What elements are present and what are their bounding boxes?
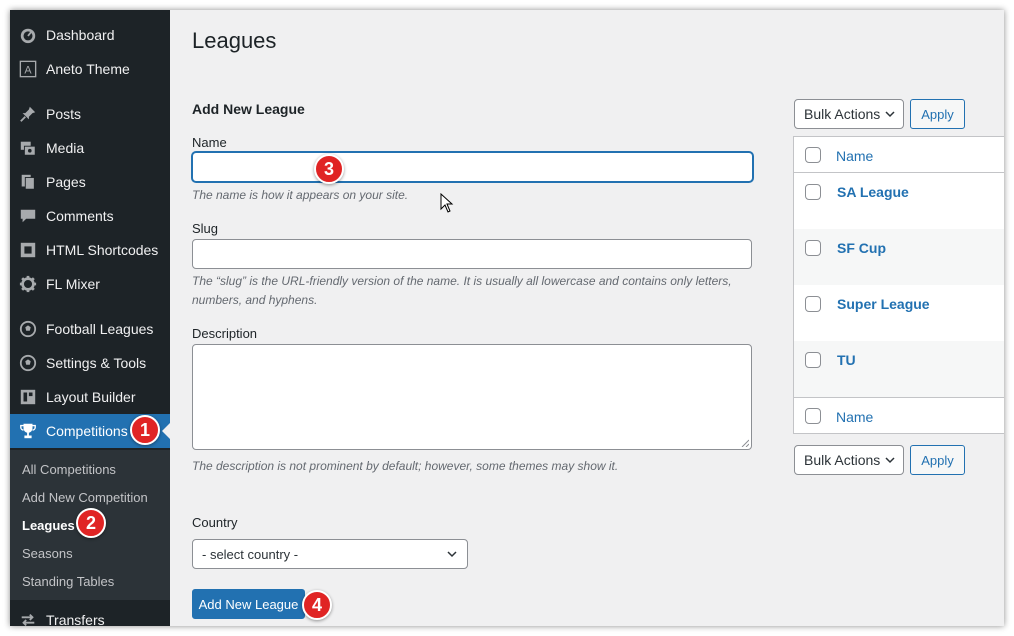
bulk-actions-select-top[interactable]: Bulk Actions — [794, 99, 904, 129]
media-icon — [10, 139, 46, 157]
shortcode-icon — [10, 241, 46, 259]
name-hint: The name is how it appears on your site. — [192, 188, 409, 202]
sidebar-item-label: Dashboard — [46, 27, 115, 43]
country-select[interactable]: - select country - — [192, 539, 468, 569]
name-input[interactable] — [192, 152, 753, 182]
bulk-actions-label: Bulk Actions — [804, 452, 881, 468]
sidebar-item-football-leagues[interactable]: Football Leagues — [10, 312, 170, 346]
sidebar-item-fl-mixer[interactable]: FL Mixer — [10, 267, 170, 301]
table-footer-row: Name — [794, 397, 1004, 434]
sidebar-item-label: Transfers — [46, 612, 105, 626]
slug-label: Slug — [192, 221, 219, 236]
sidebar-item-comments[interactable]: Comments — [10, 199, 170, 233]
step-badge-2: 2 — [76, 508, 106, 538]
country-label: Country — [192, 515, 238, 530]
comments-icon — [10, 207, 46, 225]
submenu-item-leagues[interactable]: Leagues — [22, 518, 75, 533]
step-badge-1: 1 — [130, 415, 160, 445]
form-heading: Add New League — [192, 101, 305, 117]
sidebar-item-pages[interactable]: Pages — [10, 165, 170, 199]
soccer-ball-icon — [10, 354, 46, 372]
sidebar-item-transfers[interactable]: Transfers — [10, 603, 170, 626]
row-name-link[interactable]: TU — [837, 352, 856, 368]
chevron-down-icon — [885, 111, 895, 118]
step-badge-4: 4 — [302, 590, 332, 620]
layout-icon — [10, 388, 46, 406]
apply-button-top[interactable]: Apply — [910, 99, 965, 129]
sidebar-item-label: Comments — [46, 208, 114, 224]
sidebar-item-dashboard[interactable]: Dashboard — [10, 18, 170, 52]
column-footer-name[interactable]: Name — [836, 409, 873, 425]
sidebar-item-media[interactable]: Media — [10, 131, 170, 165]
sidebar-item-aneto-theme[interactable]: A Aneto Theme — [10, 52, 170, 86]
row-name-link[interactable]: SF Cup — [837, 240, 886, 256]
sidebar-item-label: Layout Builder — [46, 389, 136, 405]
table-row: SF Cup — [794, 229, 1004, 285]
apply-button-bottom[interactable]: Apply — [910, 445, 965, 475]
submenu-item-seasons[interactable]: Seasons — [22, 546, 73, 561]
row-name-link[interactable]: SA League — [837, 184, 909, 200]
slug-input[interactable] — [192, 239, 752, 269]
admin-window: Dashboard A Aneto Theme Posts Media Page… — [10, 10, 1004, 626]
sidebar-item-label: Aneto Theme — [46, 61, 130, 77]
submenu-item-all-competitions[interactable]: All Competitions — [22, 462, 116, 477]
dashboard-icon — [10, 26, 46, 44]
table-row: SA League — [794, 173, 1004, 229]
table-row: TU — [794, 341, 1004, 397]
sidebar-item-label: Settings & Tools — [46, 355, 147, 371]
submenu-item-standing-tables[interactable]: Standing Tables — [22, 574, 114, 589]
transfer-arrows-icon — [10, 611, 46, 626]
description-label: Description — [192, 326, 258, 341]
description-hint: The description is not prominent by defa… — [192, 459, 619, 473]
column-header-name[interactable]: Name — [836, 148, 873, 164]
sidebar-item-label: Pages — [46, 174, 86, 190]
name-label: Name — [192, 135, 227, 150]
pushpin-icon — [10, 105, 46, 123]
row-checkbox[interactable] — [805, 296, 821, 312]
gear-icon — [10, 275, 46, 293]
svg-text:A: A — [24, 65, 32, 77]
sidebar-item-layout-builder[interactable]: Layout Builder — [10, 380, 170, 414]
sidebar-item-label: Competitions — [46, 423, 128, 439]
bulk-actions-select-bottom[interactable]: Bulk Actions — [794, 445, 904, 475]
submenu-item-add-new-competition[interactable]: Add New Competition — [22, 490, 148, 505]
sidebar-item-label: Media — [46, 140, 85, 156]
country-select-value: - select country - — [202, 546, 299, 562]
resize-grip-icon[interactable] — [741, 439, 749, 447]
table-row: Super League — [794, 285, 1004, 341]
mouse-cursor-icon — [440, 193, 454, 213]
row-checkbox[interactable] — [805, 184, 821, 200]
description-textarea[interactable] — [192, 344, 752, 450]
sidebar-item-label: HTML Shortcodes — [46, 242, 159, 258]
sidebar-item-label: FL Mixer — [46, 276, 100, 292]
row-checkbox[interactable] — [805, 352, 821, 368]
leagues-table: Name SA League SF Cup Super League TU Na… — [793, 136, 1004, 434]
trophy-icon — [10, 422, 46, 440]
sidebar-item-posts[interactable]: Posts — [10, 97, 170, 131]
bulk-actions-label: Bulk Actions — [804, 106, 881, 122]
theme-a-icon: A — [10, 60, 46, 78]
chevron-down-icon — [885, 457, 895, 464]
soccer-ball-icon — [10, 320, 46, 338]
page-title: Leagues — [192, 28, 277, 53]
sidebar-item-label: Posts — [46, 106, 82, 122]
step-badge-3: 3 — [314, 154, 344, 184]
chevron-down-icon — [447, 551, 457, 558]
sidebar-item-label: Football Leagues — [46, 321, 154, 337]
select-all-checkbox[interactable] — [805, 147, 821, 163]
slug-hint: The “slug” is the URL-friendly version o… — [192, 274, 732, 307]
sidebar-item-html-shortcodes[interactable]: HTML Shortcodes — [10, 233, 170, 267]
row-checkbox[interactable] — [805, 240, 821, 256]
sidebar-item-settings-tools[interactable]: Settings & Tools — [10, 346, 170, 380]
select-all-checkbox[interactable] — [805, 408, 821, 424]
table-header-row: Name — [794, 137, 1004, 173]
row-name-link[interactable]: Super League — [837, 296, 930, 312]
add-new-league-button[interactable]: Add New League — [192, 589, 305, 619]
pages-icon — [10, 173, 46, 191]
